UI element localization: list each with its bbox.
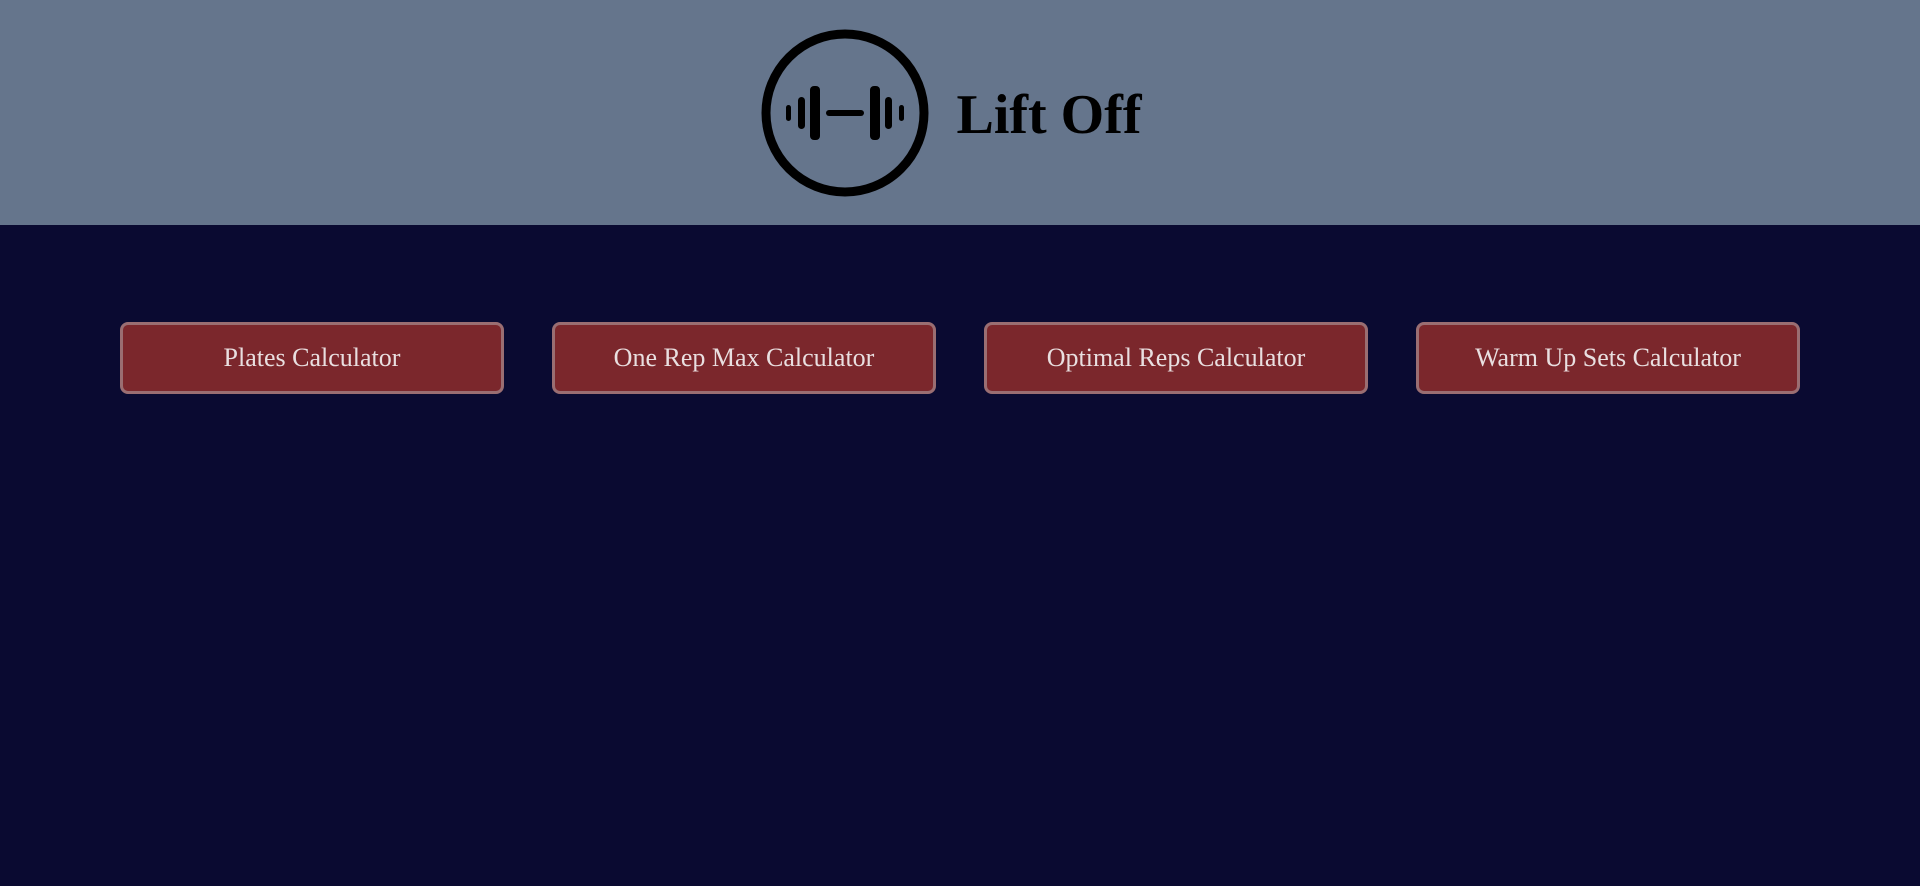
one-rep-max-calculator-button[interactable]: One Rep Max Calculator	[552, 322, 936, 394]
site-header: Lift Off	[0, 0, 1920, 225]
plates-calculator-button[interactable]: Plates Calculator	[120, 322, 504, 394]
warm-up-sets-calculator-button[interactable]: Warm Up Sets Calculator	[1416, 322, 1800, 394]
barbell-icon	[760, 28, 930, 198]
optimal-reps-calculator-button[interactable]: Optimal Reps Calculator	[984, 322, 1368, 394]
site-title: Lift Off	[956, 83, 1142, 146]
brand[interactable]: Lift Off	[760, 28, 1142, 198]
calculator-nav: Plates Calculator One Rep Max Calculator…	[120, 322, 1800, 394]
main-content: Plates Calculator One Rep Max Calculator…	[0, 225, 1920, 886]
